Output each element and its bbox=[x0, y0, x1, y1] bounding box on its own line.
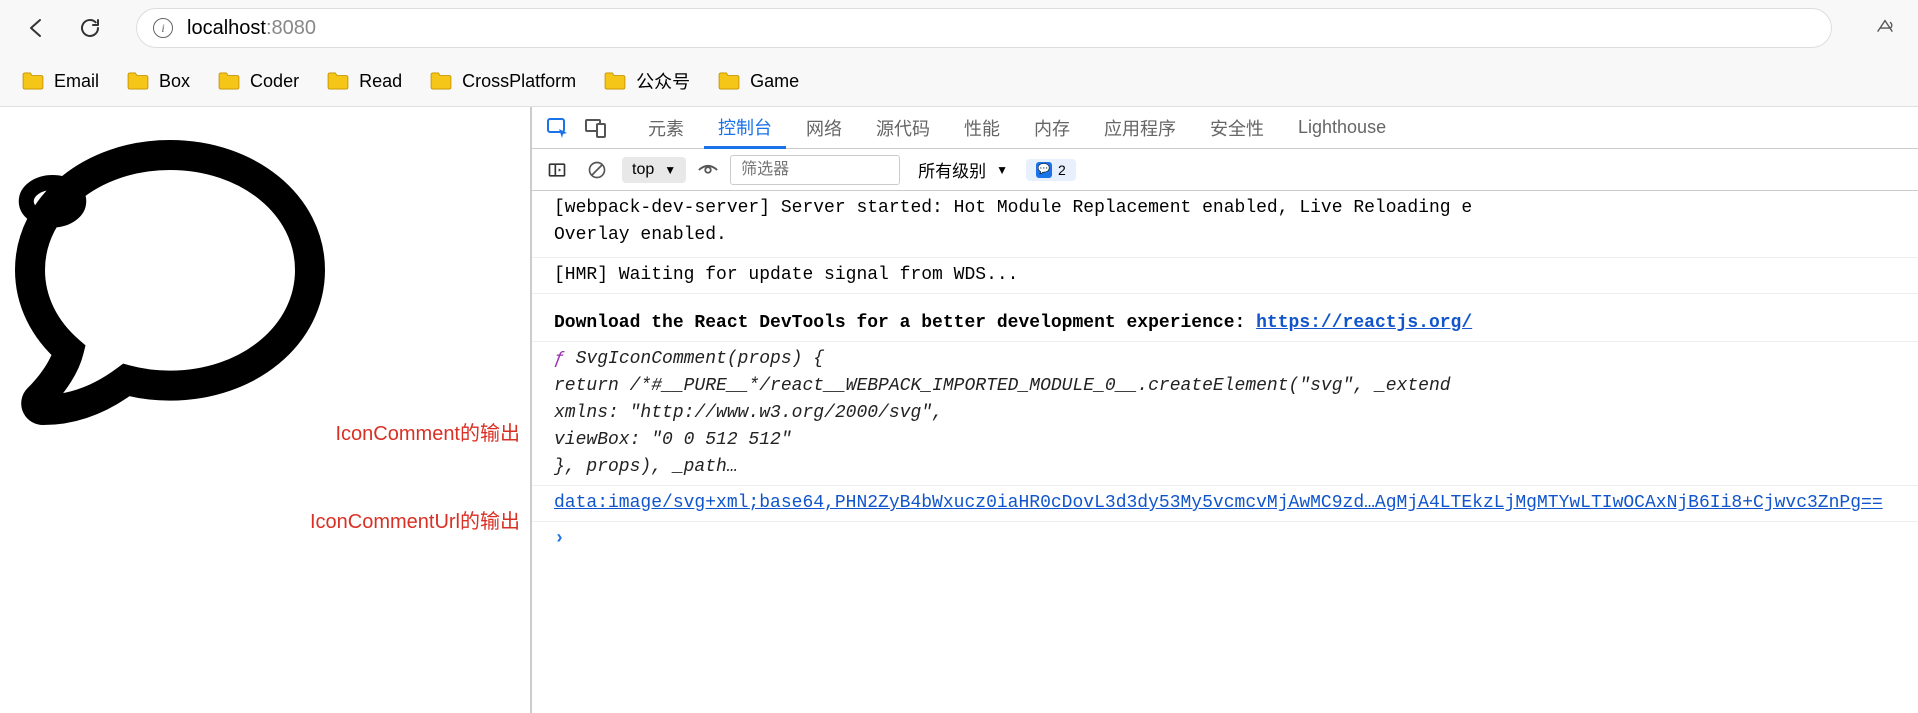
tab-elements[interactable]: 元素 bbox=[634, 107, 698, 149]
log-entry: [HMR] Waiting for update signal from WDS… bbox=[532, 258, 1918, 294]
issue-count: 2 bbox=[1058, 162, 1066, 178]
tab-console[interactable]: 控制台 bbox=[704, 107, 786, 149]
bookmark-label: Email bbox=[54, 71, 99, 92]
bookmark-gongzhonghao[interactable]: 公众号 bbox=[604, 68, 690, 94]
issues-badge[interactable]: 💬 2 bbox=[1026, 159, 1076, 181]
content-area: IconComment的输出 IconCommentUrl的输出 元素 控制台 … bbox=[0, 107, 1918, 713]
speech-bubble-icon bbox=[0, 115, 340, 435]
log-entry: Download the React DevTools for a better… bbox=[532, 294, 1918, 342]
console-output[interactable]: [webpack-dev-server] Server started: Hot… bbox=[532, 191, 1918, 713]
annotation-icon-comment-url: IconCommentUrl的输出 bbox=[310, 505, 520, 534]
folder-icon bbox=[718, 72, 740, 90]
log-entry-code: ƒ SvgIconComment(props) { return /*#__PU… bbox=[532, 342, 1918, 485]
level-label: 所有级别 bbox=[918, 157, 986, 182]
tab-sources[interactable]: 源代码 bbox=[862, 107, 944, 149]
inspect-element-button[interactable] bbox=[542, 112, 574, 144]
reload-button[interactable] bbox=[72, 10, 108, 46]
bookmark-box[interactable]: Box bbox=[127, 71, 190, 92]
folder-icon bbox=[327, 72, 349, 90]
data-url-link[interactable]: data:image/svg+xml;base64,PHN2ZyB4bWxucz… bbox=[554, 493, 1883, 513]
url-text: localhost:8080 bbox=[187, 17, 316, 40]
bookmarks-bar: Email Box Coder Read CrossPlatform 公众号 G… bbox=[0, 56, 1918, 106]
context-label: top bbox=[632, 161, 654, 179]
folder-icon bbox=[22, 72, 44, 90]
clear-console-button[interactable] bbox=[582, 155, 612, 185]
chevron-down-icon: ▼ bbox=[664, 163, 676, 177]
bookmark-crossplatform[interactable]: CrossPlatform bbox=[430, 71, 576, 92]
devtools-panel: 元素 控制台 网络 源代码 性能 内存 应用程序 安全性 Lighthouse … bbox=[530, 107, 1918, 713]
read-aloud-icon[interactable] bbox=[1870, 13, 1900, 43]
device-toolbar-button[interactable] bbox=[580, 112, 612, 144]
live-expression-button[interactable] bbox=[696, 158, 720, 182]
toggle-sidebar-button[interactable] bbox=[542, 155, 572, 185]
bookmark-email[interactable]: Email bbox=[22, 71, 99, 92]
bookmark-coder[interactable]: Coder bbox=[218, 71, 299, 92]
tab-lighthouse[interactable]: Lighthouse bbox=[1284, 107, 1400, 149]
bookmark-label: Coder bbox=[250, 71, 299, 92]
browser-chrome: i localhost:8080 Email Box Coder Read Cr… bbox=[0, 0, 1918, 107]
folder-icon bbox=[218, 72, 240, 90]
log-level-selector[interactable]: 所有级别 ▼ bbox=[918, 157, 1008, 182]
site-info-icon[interactable]: i bbox=[153, 18, 173, 38]
tab-memory[interactable]: 内存 bbox=[1020, 107, 1084, 149]
page-content: IconComment的输出 IconCommentUrl的输出 bbox=[0, 107, 530, 713]
folder-icon bbox=[430, 72, 452, 90]
bookmark-label: Game bbox=[750, 71, 799, 92]
bookmark-label: Read bbox=[359, 71, 402, 92]
devtools-tabs: 元素 控制台 网络 源代码 性能 内存 应用程序 安全性 Lighthouse bbox=[532, 107, 1918, 149]
bookmark-label: CrossPlatform bbox=[462, 71, 576, 92]
bookmark-label: Box bbox=[159, 71, 190, 92]
chevron-down-icon: ▼ bbox=[996, 163, 1008, 177]
context-selector[interactable]: top ▼ bbox=[622, 157, 686, 183]
log-entry: [webpack-dev-server] Server started: Hot… bbox=[532, 191, 1918, 258]
tab-application[interactable]: 应用程序 bbox=[1090, 107, 1190, 149]
console-toolbar: top ▼ 所有级别 ▼ 💬 2 bbox=[532, 149, 1918, 191]
filter-input[interactable] bbox=[730, 155, 900, 185]
console-prompt[interactable]: › bbox=[532, 522, 1918, 557]
tab-network[interactable]: 网络 bbox=[792, 107, 856, 149]
react-devtools-link[interactable]: https://reactjs.org/ bbox=[1256, 313, 1472, 333]
bookmark-label: 公众号 bbox=[636, 68, 690, 94]
annotation-icon-comment: IconComment的输出 bbox=[336, 417, 521, 446]
log-entry-dataurl: data:image/svg+xml;base64,PHN2ZyB4bWxucz… bbox=[532, 485, 1918, 522]
back-button[interactable] bbox=[18, 10, 54, 46]
url-bar[interactable]: i localhost:8080 bbox=[136, 8, 1832, 48]
nav-bar: i localhost:8080 bbox=[0, 0, 1918, 56]
tab-security[interactable]: 安全性 bbox=[1196, 107, 1278, 149]
bookmark-game[interactable]: Game bbox=[718, 71, 799, 92]
folder-icon bbox=[604, 72, 626, 90]
bookmark-read[interactable]: Read bbox=[327, 71, 402, 92]
tab-performance[interactable]: 性能 bbox=[950, 107, 1014, 149]
issue-icon: 💬 bbox=[1036, 162, 1052, 178]
folder-icon bbox=[127, 72, 149, 90]
